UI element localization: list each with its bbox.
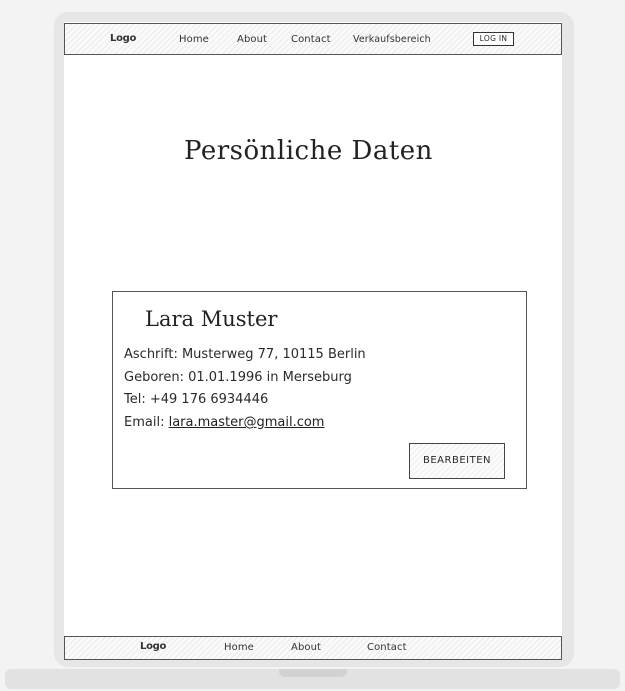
profile-name: Lara Muster	[145, 307, 278, 331]
site-logo[interactable]: Logo	[110, 33, 136, 44]
profile-phone: Tel: +49 176 6934446	[124, 392, 269, 407]
footer-link-home[interactable]: Home	[224, 642, 254, 653]
profile-email-link[interactable]: lara.master@gmail.com	[169, 415, 325, 430]
footer-logo[interactable]: Logo	[140, 641, 166, 652]
footer-link-about[interactable]: About	[291, 642, 321, 653]
laptop-notch	[279, 669, 347, 677]
mockup-stage: Logo Home About Contact Verkaufsbereich …	[0, 0, 625, 691]
edit-button[interactable]: BEARBEITEN	[409, 443, 505, 479]
laptop-screen: Logo Home About Contact Verkaufsbereich …	[64, 22, 562, 660]
page-title: Persönliche Daten	[184, 136, 433, 166]
profile-address: Aschrift: Musterweg 77, 10115 Berlin	[124, 347, 366, 362]
nav-link-contact[interactable]: Contact	[291, 34, 331, 45]
nav-link-about[interactable]: About	[237, 34, 267, 45]
top-navigation-bar: Logo Home About Contact Verkaufsbereich …	[64, 23, 562, 55]
profile-birth: Geboren: 01.01.1996 in Merseburg	[124, 370, 352, 385]
nav-link-home[interactable]: Home	[179, 34, 209, 45]
login-button[interactable]: LOG IN	[473, 32, 514, 46]
profile-email-row: Email: lara.master@gmail.com	[124, 415, 324, 430]
footer-link-contact[interactable]: Contact	[367, 642, 407, 653]
profile-card: Lara Muster Aschrift: Musterweg 77, 1011…	[112, 291, 527, 489]
footer-navigation-bar: Logo Home About Contact	[64, 636, 562, 660]
nav-link-verkaufsbereich[interactable]: Verkaufsbereich	[353, 34, 431, 45]
profile-email-label: Email:	[124, 415, 165, 430]
